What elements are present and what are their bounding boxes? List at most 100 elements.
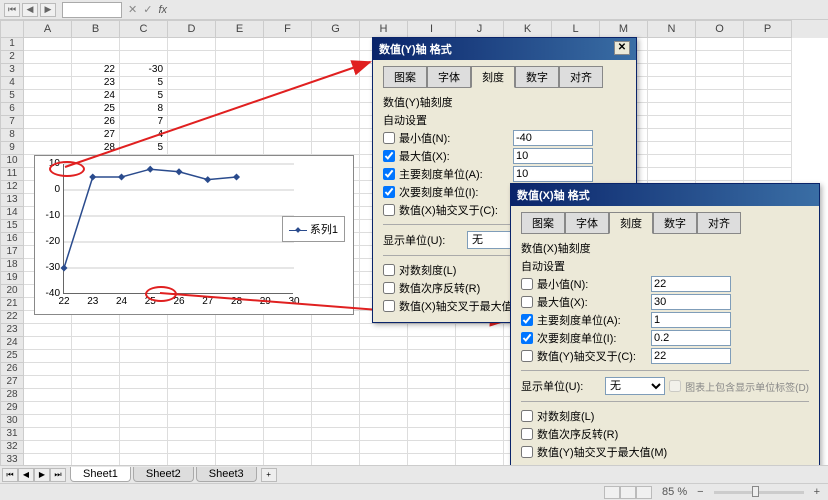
cell[interactable]: [72, 324, 120, 337]
cell[interactable]: [264, 142, 312, 155]
cell[interactable]: [216, 324, 264, 337]
cell[interactable]: [408, 428, 456, 441]
cell[interactable]: [744, 38, 792, 51]
col-header[interactable]: I: [408, 20, 456, 38]
cell[interactable]: [696, 90, 744, 103]
cell[interactable]: [360, 363, 408, 376]
y-chk-0[interactable]: [383, 132, 395, 144]
cell[interactable]: [72, 350, 120, 363]
tab-图案[interactable]: 图案: [383, 66, 427, 88]
cell[interactable]: [216, 77, 264, 90]
cell[interactable]: [168, 116, 216, 129]
sheet-nav-first-icon[interactable]: ⏮: [2, 468, 18, 482]
cell[interactable]: [216, 402, 264, 415]
x-opt-chk-2[interactable]: [521, 446, 533, 458]
view-break-icon[interactable]: [636, 486, 652, 499]
dialog-x-title-bar[interactable]: 数值(X)轴 格式: [511, 184, 819, 206]
cell[interactable]: [216, 363, 264, 376]
cell[interactable]: [408, 324, 456, 337]
cell[interactable]: [456, 363, 504, 376]
cell[interactable]: [120, 415, 168, 428]
col-header[interactable]: N: [648, 20, 696, 38]
cell[interactable]: [72, 454, 120, 465]
cell[interactable]: [168, 64, 216, 77]
row-header[interactable]: 5: [0, 90, 24, 103]
cell[interactable]: [648, 168, 696, 181]
cell[interactable]: [744, 116, 792, 129]
cell[interactable]: [168, 38, 216, 51]
cell[interactable]: [696, 155, 744, 168]
cell[interactable]: 4: [120, 129, 168, 142]
cell[interactable]: [72, 38, 120, 51]
cell[interactable]: [696, 64, 744, 77]
cell[interactable]: [216, 64, 264, 77]
cell[interactable]: [312, 64, 360, 77]
cell[interactable]: [168, 428, 216, 441]
cell[interactable]: [216, 337, 264, 350]
row-header[interactable]: 8: [0, 129, 24, 142]
cell[interactable]: [168, 454, 216, 465]
row-header[interactable]: 10: [0, 155, 24, 168]
fx-icon[interactable]: fx: [158, 4, 167, 16]
cell[interactable]: [216, 441, 264, 454]
cell[interactable]: [168, 90, 216, 103]
cell[interactable]: [24, 363, 72, 376]
cell[interactable]: [264, 337, 312, 350]
x-chk-2[interactable]: [521, 314, 533, 326]
cell[interactable]: [216, 376, 264, 389]
col-header[interactable]: C: [120, 20, 168, 38]
cell[interactable]: [168, 441, 216, 454]
row-header[interactable]: 30: [0, 415, 24, 428]
y-input-2[interactable]: [513, 166, 593, 182]
cell[interactable]: [72, 415, 120, 428]
y-input-0[interactable]: [513, 130, 593, 146]
cell[interactable]: [264, 363, 312, 376]
cell[interactable]: [744, 142, 792, 155]
row-header[interactable]: 17: [0, 246, 24, 259]
cell[interactable]: [744, 51, 792, 64]
cell[interactable]: [456, 454, 504, 465]
col-header[interactable]: M: [600, 20, 648, 38]
x-input-1[interactable]: [651, 294, 731, 310]
cell[interactable]: [360, 454, 408, 465]
cell[interactable]: [264, 103, 312, 116]
close-icon[interactable]: ✕: [614, 41, 630, 55]
row-header[interactable]: 18: [0, 259, 24, 272]
row-header[interactable]: 21: [0, 298, 24, 311]
cell[interactable]: [408, 415, 456, 428]
cell[interactable]: [648, 90, 696, 103]
cell[interactable]: [312, 415, 360, 428]
row-header[interactable]: 26: [0, 363, 24, 376]
cell[interactable]: [120, 38, 168, 51]
x-opt-chk-0[interactable]: [521, 410, 533, 422]
cell[interactable]: [168, 389, 216, 402]
cell[interactable]: [120, 454, 168, 465]
col-header[interactable]: E: [216, 20, 264, 38]
cell[interactable]: [264, 38, 312, 51]
row-header[interactable]: 24: [0, 337, 24, 350]
cell[interactable]: [744, 129, 792, 142]
sheet-tab[interactable]: Sheet1: [70, 467, 131, 482]
cell[interactable]: [264, 376, 312, 389]
cell[interactable]: [168, 142, 216, 155]
x-chk-0[interactable]: [521, 278, 533, 290]
cell[interactable]: [360, 350, 408, 363]
row-header[interactable]: 20: [0, 285, 24, 298]
view-normal-icon[interactable]: [604, 486, 620, 499]
cell[interactable]: [648, 51, 696, 64]
cell[interactable]: [408, 389, 456, 402]
col-header[interactable]: A: [24, 20, 72, 38]
col-header[interactable]: H: [360, 20, 408, 38]
row-header[interactable]: 11: [0, 168, 24, 181]
cell[interactable]: 23: [72, 77, 120, 90]
cell[interactable]: [360, 441, 408, 454]
cell[interactable]: [264, 428, 312, 441]
sheet-nav-next-icon[interactable]: ▶: [34, 468, 50, 482]
cell[interactable]: 5: [120, 142, 168, 155]
cell[interactable]: [696, 103, 744, 116]
row-header[interactable]: 14: [0, 207, 24, 220]
cell[interactable]: [120, 402, 168, 415]
cell[interactable]: [408, 376, 456, 389]
cell[interactable]: 22: [72, 64, 120, 77]
cell[interactable]: [312, 116, 360, 129]
